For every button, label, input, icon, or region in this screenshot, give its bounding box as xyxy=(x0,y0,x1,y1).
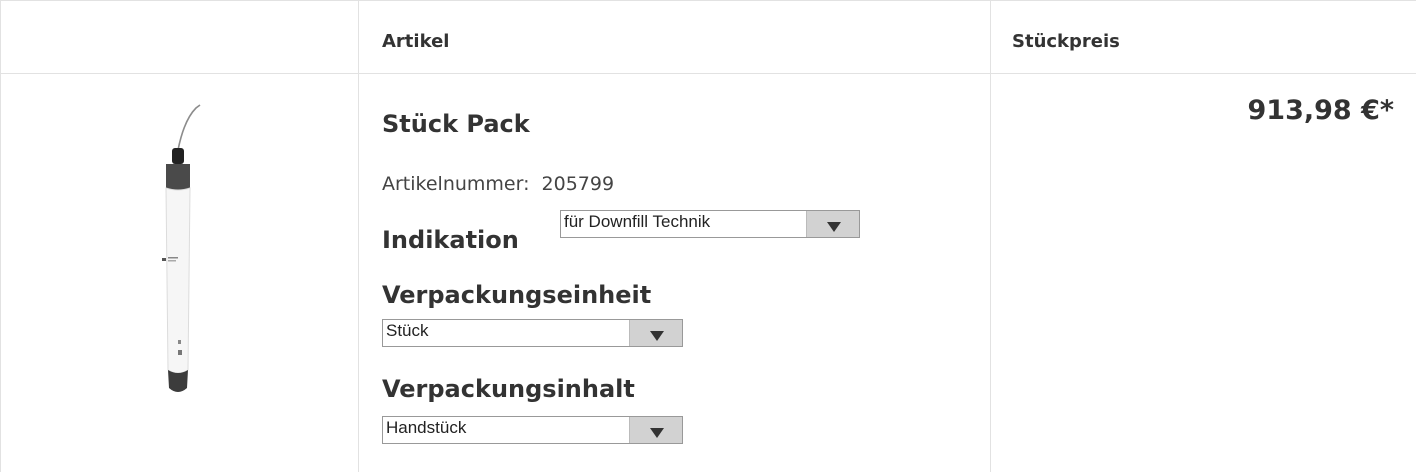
product-name[interactable]: Stück Pack xyxy=(382,110,530,138)
chevron-down-icon xyxy=(827,222,841,232)
dental-handpiece-icon xyxy=(162,104,201,392)
column-header-article: Artikel xyxy=(382,31,450,52)
indikation-label: Indikation xyxy=(382,226,519,254)
indikation-select[interactable]: für Downfill Technik xyxy=(560,210,860,238)
article-number-label: Artikelnummer: xyxy=(382,173,530,195)
verpackungseinheit-select[interactable]: Stück xyxy=(382,319,683,347)
cart-table: Artikel Stückpreis Stück Pack Artikelnum… xyxy=(0,0,1416,472)
article-number-value: 205799 xyxy=(541,173,615,195)
header-divider xyxy=(0,73,1416,74)
indikation-selected-value: für Downfill Technik xyxy=(564,212,711,231)
article-number-row: Artikelnummer: 205799 xyxy=(382,173,614,195)
verpackungseinheit-dropdown-button[interactable] xyxy=(629,320,682,346)
verpackungsinhalt-dropdown-button[interactable] xyxy=(629,417,682,443)
column-divider-2 xyxy=(990,0,991,472)
verpackungsinhalt-selected-value: Handstück xyxy=(386,418,467,437)
verpackungseinheit-label: Verpackungseinheit xyxy=(382,281,652,309)
unit-price: 913,98 €* xyxy=(1247,95,1395,126)
verpackungsinhalt-select[interactable]: Handstück xyxy=(382,416,683,444)
chevron-down-icon xyxy=(650,428,664,438)
column-header-unit-price: Stückpreis xyxy=(1012,31,1120,52)
column-divider-1 xyxy=(358,0,359,472)
indikation-dropdown-button[interactable] xyxy=(806,211,859,237)
product-image[interactable] xyxy=(140,100,240,410)
chevron-down-icon xyxy=(650,331,664,341)
verpackungseinheit-selected-value: Stück xyxy=(386,321,429,340)
verpackungsinhalt-label: Verpackungsinhalt xyxy=(382,375,635,403)
table-left-border xyxy=(0,0,1,472)
table-top-border xyxy=(0,0,1416,1)
